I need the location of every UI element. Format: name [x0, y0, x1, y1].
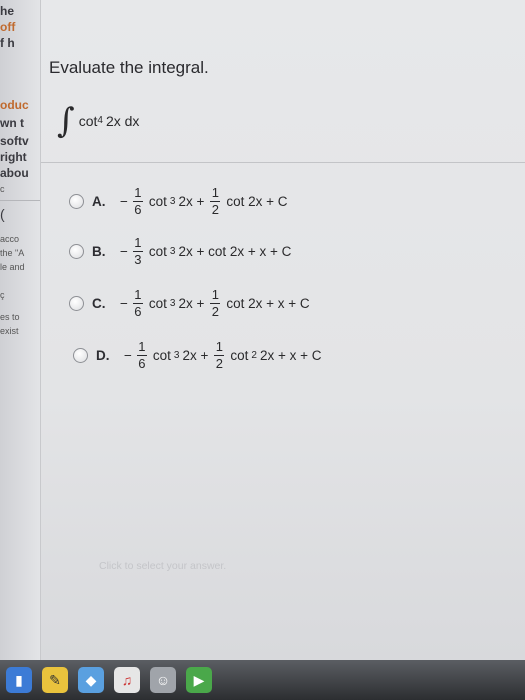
- minus-sign: −: [124, 348, 132, 363]
- radio-button[interactable]: [69, 296, 84, 311]
- numerator: 1: [134, 235, 142, 250]
- bg-text: (: [0, 206, 5, 222]
- option-letter: D.: [96, 348, 110, 363]
- denominator: 6: [138, 356, 146, 371]
- bg-text: the "A: [0, 248, 25, 258]
- bg-text: acco: [0, 234, 20, 244]
- fraction: 12: [210, 185, 221, 217]
- bg-text: oduc: [0, 98, 29, 112]
- music-icon[interactable]: ♫: [114, 667, 140, 693]
- radio-button[interactable]: [69, 244, 84, 259]
- expression-term: 2x +: [178, 296, 205, 311]
- bg-text: es to: [0, 312, 20, 322]
- bg-text: right: [0, 150, 27, 164]
- expression-term: cot: [148, 296, 167, 311]
- message-icon[interactable]: ◆: [78, 667, 104, 693]
- answer-option[interactable]: D. −1 6 cot 3 2x +1 2 cot 2 2x + x + C: [73, 340, 324, 371]
- denominator: 2: [211, 304, 219, 319]
- numerator: 1: [138, 339, 146, 354]
- dock-taskbar: ▮ ✎ ◆ ♫ ☺ ▶: [0, 660, 525, 700]
- numerator: 1: [215, 339, 223, 354]
- numerator: 1: [211, 185, 219, 200]
- question-panel: Evaluate the integral. ∫ cot 4 2x dx A. −…: [40, 0, 525, 660]
- denominator: 3: [134, 252, 142, 267]
- fraction: 16: [136, 339, 147, 371]
- minus-sign: −: [120, 194, 128, 209]
- select-hint: Click to select your answer.: [99, 560, 227, 572]
- note-icon[interactable]: ✎: [42, 667, 68, 693]
- bg-text: ç: [0, 290, 5, 300]
- option-letter: A.: [92, 194, 106, 209]
- bg-text: abou: [0, 166, 29, 180]
- minus-sign: −: [120, 244, 128, 259]
- divider: [0, 200, 40, 201]
- integrand: cot: [78, 113, 98, 129]
- bg-text: off: [0, 20, 16, 34]
- expression-term: cot: [148, 194, 167, 209]
- integral-sign: ∫: [57, 101, 75, 141]
- minus-sign: −: [120, 296, 128, 311]
- answer-option[interactable]: A. −1 6 cot 3 2x +1 2 cot 2x + C: [69, 186, 291, 217]
- answer-option[interactable]: B. −1 3 cot 3 2x + cot 2x + x + C: [69, 236, 294, 267]
- question-divider: [41, 162, 525, 163]
- chart-icon[interactable]: ▮: [6, 667, 32, 693]
- bg-text: he: [0, 4, 15, 18]
- fraction: 13: [132, 235, 143, 267]
- expression-term: cot: [148, 244, 167, 259]
- radio-button[interactable]: [73, 348, 88, 363]
- denominator: 2: [215, 356, 223, 371]
- bg-text: c: [0, 184, 5, 194]
- bg-text: softv: [0, 134, 29, 148]
- expression-term: 2x + x + C: [259, 348, 322, 363]
- denominator: 2: [211, 202, 219, 217]
- denominator: 6: [134, 304, 142, 319]
- fraction: 16: [132, 185, 143, 217]
- integral-expression: ∫ cot 4 2x dx: [57, 101, 140, 141]
- bg-text: wn t: [0, 116, 24, 130]
- answer-option[interactable]: C. −1 6 cot 3 2x +1 2 cot 2x + x + C: [69, 288, 313, 319]
- bg-text: exist: [0, 326, 19, 336]
- expression-term: 2x + cot 2x + x + C: [178, 244, 292, 259]
- denominator: 6: [134, 202, 142, 217]
- fraction: 12: [210, 287, 221, 319]
- option-letter: B.: [92, 244, 106, 259]
- expression-term: cot 2x + C: [226, 194, 288, 209]
- background-window-strip: he off f h oduc wn t softv right abou c …: [0, 0, 40, 660]
- expression-term: cot 2x + x + C: [226, 296, 310, 311]
- fraction: 12: [214, 339, 225, 371]
- numerator: 1: [134, 185, 142, 200]
- bg-text: f h: [0, 36, 15, 50]
- fraction: 16: [132, 287, 143, 319]
- bg-text: le and: [0, 262, 25, 272]
- integrand-arg: 2x dx: [105, 113, 140, 129]
- video-icon[interactable]: ▶: [186, 667, 212, 693]
- numerator: 1: [211, 287, 219, 302]
- option-letter: C.: [92, 296, 106, 311]
- expression-term: 2x +: [182, 348, 209, 363]
- numerator: 1: [134, 287, 142, 302]
- expression-term: 2x +: [178, 194, 205, 209]
- radio-button[interactable]: [69, 194, 84, 209]
- expression-term: cot: [230, 348, 249, 363]
- face-icon[interactable]: ☺: [150, 667, 176, 693]
- expression-term: cot: [152, 348, 171, 363]
- question-title: Evaluate the integral.: [49, 58, 209, 77]
